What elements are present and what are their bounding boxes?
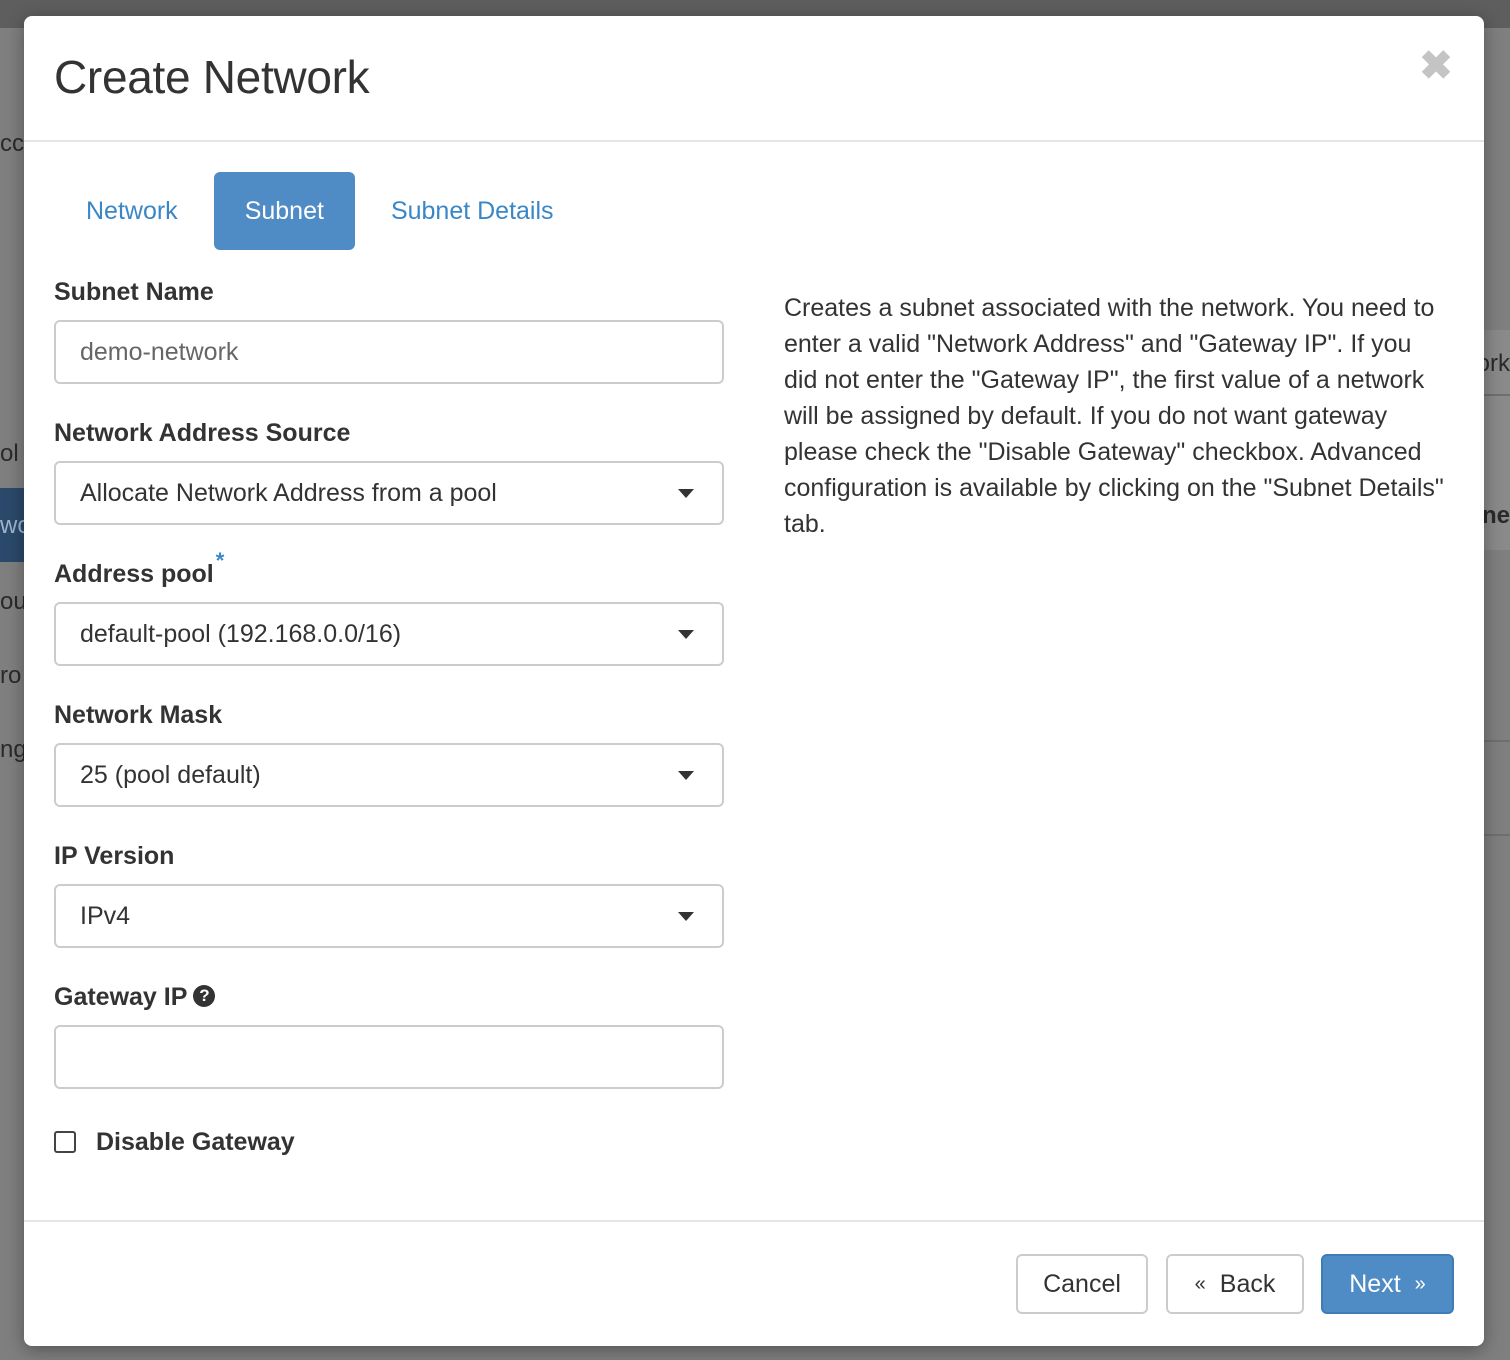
ip-version-select[interactable]: IPv4 bbox=[54, 884, 724, 948]
network-mask-value: 25 (pool default) bbox=[80, 761, 261, 789]
caret-down-icon bbox=[678, 912, 694, 921]
background-text: ng bbox=[0, 736, 24, 763]
network-address-source-value: Allocate Network Address from a pool bbox=[80, 479, 497, 507]
address-pool-label: Address pool* bbox=[54, 548, 224, 589]
background-divider bbox=[1484, 740, 1510, 742]
double-chevron-right-icon: » bbox=[1414, 1272, 1426, 1295]
network-address-source-label: Network Address Source bbox=[54, 419, 351, 447]
gateway-ip-label-text: Gateway IP bbox=[54, 983, 188, 1011]
background-text: cc bbox=[0, 130, 24, 157]
ip-version-label: IP Version bbox=[54, 842, 175, 870]
background-divider bbox=[1484, 394, 1510, 396]
address-pool-select[interactable]: default-pool (192.168.0.0/16) bbox=[54, 602, 724, 666]
network-address-source-select[interactable]: Allocate Network Address from a pool bbox=[54, 461, 724, 525]
cancel-button[interactable]: Cancel bbox=[1016, 1254, 1148, 1314]
dialog-title: Create Network bbox=[54, 51, 370, 103]
required-marker: * bbox=[215, 548, 225, 573]
close-button[interactable]: ✖ bbox=[1412, 42, 1460, 90]
caret-down-icon bbox=[678, 630, 694, 639]
back-button[interactable]: « Back bbox=[1166, 1254, 1304, 1314]
next-button-label: Next bbox=[1349, 1269, 1401, 1298]
double-chevron-left-icon: « bbox=[1194, 1272, 1206, 1295]
background-text: ork bbox=[1484, 350, 1510, 377]
wizard-tabs: Network Subnet Subnet Details bbox=[54, 172, 586, 250]
dialog-header: Create Network ✖ bbox=[24, 16, 1484, 142]
subnet-name-input[interactable] bbox=[56, 322, 700, 382]
background-text: one bbox=[1484, 502, 1510, 529]
address-pool-label-text: Address pool bbox=[54, 560, 214, 588]
tab-subnet-details[interactable]: Subnet Details bbox=[359, 172, 586, 250]
disable-gateway-label[interactable]: Disable Gateway bbox=[96, 1128, 295, 1157]
address-pool-value: default-pool (192.168.0.0/16) bbox=[80, 620, 402, 648]
background-divider bbox=[1484, 834, 1510, 836]
subnet-name-label: Subnet Name bbox=[54, 278, 214, 306]
tab-network[interactable]: Network bbox=[54, 172, 210, 250]
caret-down-icon bbox=[678, 771, 694, 780]
next-button[interactable]: Next » bbox=[1321, 1254, 1454, 1314]
network-mask-select[interactable]: 25 (pool default) bbox=[54, 743, 724, 807]
subnet-description: Creates a subnet associated with the net… bbox=[784, 294, 1444, 538]
gateway-ip-label: Gateway IP? bbox=[54, 983, 216, 1012]
dialog-footer: Cancel « Back Next » bbox=[24, 1220, 1484, 1348]
gateway-ip-input[interactable] bbox=[56, 1027, 700, 1087]
question-circle-icon[interactable]: ? bbox=[193, 985, 216, 1008]
gateway-ip-field bbox=[54, 1025, 724, 1089]
disable-gateway-checkbox[interactable] bbox=[54, 1131, 76, 1153]
background-text: ro bbox=[0, 662, 22, 689]
background-text: ou bbox=[0, 588, 24, 615]
background-sidebar-active: wo bbox=[0, 488, 31, 562]
create-network-dialog: Create Network ✖ Network Subnet Subnet D… bbox=[24, 16, 1484, 1346]
network-mask-label: Network Mask bbox=[54, 701, 223, 729]
tab-subnet[interactable]: Subnet bbox=[213, 172, 355, 250]
subnet-name-field bbox=[54, 320, 724, 384]
caret-down-icon bbox=[678, 489, 694, 498]
close-icon: ✖ bbox=[1419, 44, 1453, 88]
back-button-label: Back bbox=[1219, 1269, 1276, 1298]
ip-version-value: IPv4 bbox=[80, 902, 131, 930]
background-text: ol bbox=[0, 440, 19, 467]
